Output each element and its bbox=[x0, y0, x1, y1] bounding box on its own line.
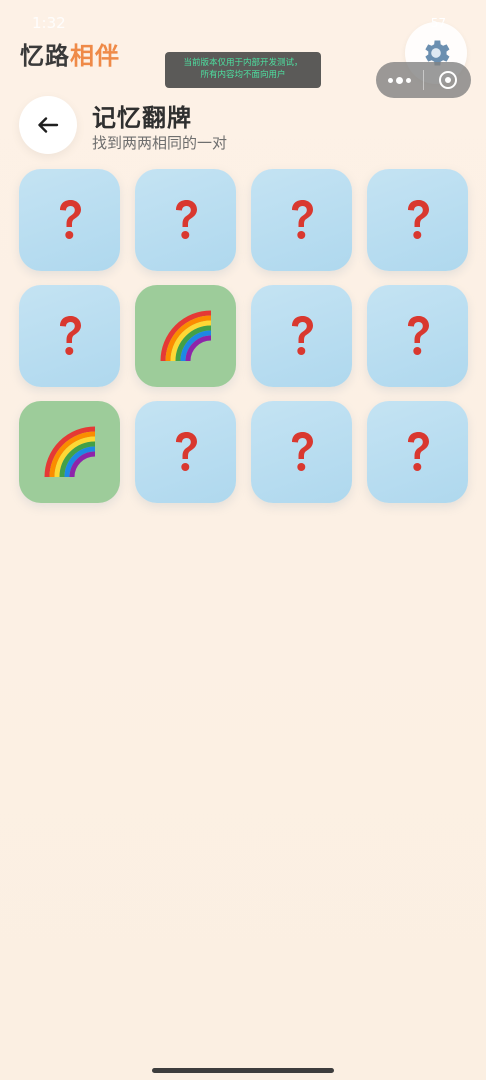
app-title-main: 忆路 bbox=[20, 42, 70, 70]
back-button[interactable] bbox=[19, 96, 77, 154]
more-dots-icon-center bbox=[396, 76, 403, 84]
page-subtitle: 找到两两相同的一对 bbox=[92, 134, 228, 152]
rainbow-icon bbox=[160, 310, 211, 362]
more-options-button[interactable] bbox=[376, 62, 423, 98]
close-target-icon bbox=[438, 71, 457, 89]
question-mark-icon bbox=[59, 316, 81, 355]
question-mark-icon bbox=[291, 200, 313, 239]
dev-banner-line2: 所有内容均不面向用户 bbox=[200, 70, 286, 80]
app-title-accent: 相伴 bbox=[70, 42, 120, 70]
memory-card[interactable] bbox=[367, 285, 468, 387]
app-title: 忆路相伴 bbox=[20, 36, 120, 71]
dev-banner-line1: 当前版本仅用于内部开发测试， bbox=[183, 58, 303, 68]
question-mark-icon bbox=[59, 200, 81, 239]
question-mark-icon bbox=[407, 316, 429, 355]
dev-test-banner: 当前版本仅用于内部开发测试， 所有内容均不面向用户 bbox=[165, 52, 321, 88]
more-dots-icon-right bbox=[406, 77, 411, 83]
memory-card[interactable] bbox=[19, 401, 120, 503]
memory-card[interactable] bbox=[367, 401, 468, 503]
memory-card[interactable] bbox=[251, 285, 352, 387]
page-title: 记忆翻牌 bbox=[92, 104, 192, 132]
arrow-left-icon bbox=[38, 117, 59, 133]
memory-card[interactable] bbox=[251, 401, 352, 503]
question-mark-icon bbox=[175, 432, 197, 471]
mini-program-capsule bbox=[376, 62, 471, 98]
close-mini-program-button[interactable] bbox=[424, 62, 471, 98]
question-mark-icon bbox=[291, 316, 313, 355]
question-mark-icon bbox=[291, 432, 313, 471]
memory-card[interactable] bbox=[135, 285, 236, 387]
memory-card[interactable] bbox=[19, 285, 120, 387]
question-mark-icon bbox=[175, 200, 197, 239]
memory-card[interactable] bbox=[19, 169, 120, 271]
more-dots-icon bbox=[388, 77, 393, 83]
memory-card[interactable] bbox=[135, 401, 236, 503]
memory-card[interactable] bbox=[135, 169, 236, 271]
question-mark-icon bbox=[407, 200, 429, 239]
memory-card[interactable] bbox=[367, 169, 468, 271]
memory-card[interactable] bbox=[251, 169, 352, 271]
rainbow-icon bbox=[44, 426, 95, 478]
question-mark-icon bbox=[407, 432, 429, 471]
status-time: 1:32 bbox=[32, 14, 66, 32]
card-grid bbox=[19, 169, 468, 503]
home-indicator bbox=[152, 1068, 334, 1073]
